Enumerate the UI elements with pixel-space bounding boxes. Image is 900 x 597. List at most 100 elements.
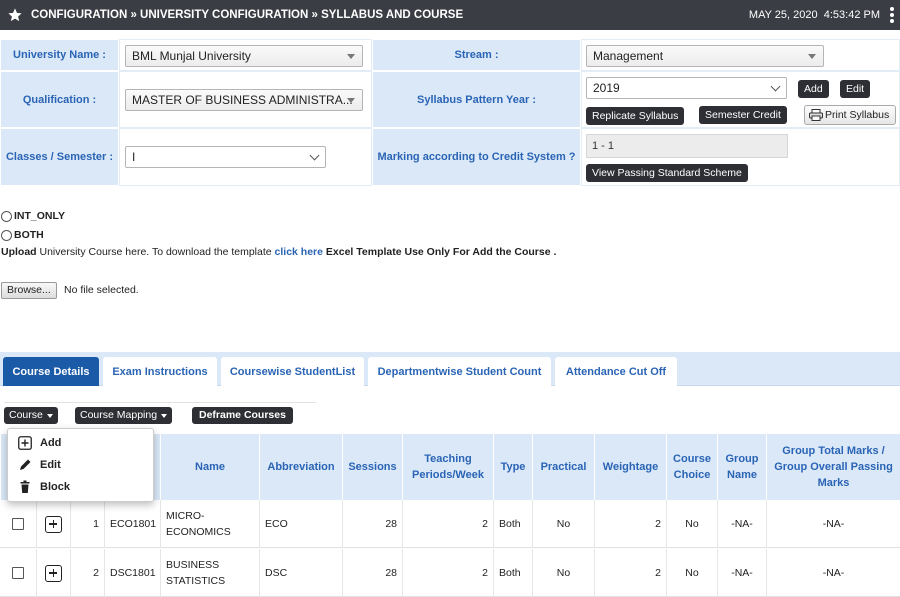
radio-int-only-label: INT_ONLY: [14, 210, 65, 222]
breadcrumb: CONFIGURATION » UNIVERSITY CONFIGURATION…: [31, 9, 464, 21]
header-group-total: Group Total Marks / Group Overall Passin…: [766, 434, 900, 500]
pencil-icon: [20, 459, 31, 470]
syllabus-year-select[interactable]: 2019: [586, 77, 787, 99]
trash-icon: [20, 480, 30, 493]
date-time: MAY 25, 2020 4:53:42 PM: [749, 9, 880, 21]
menu-item-block-label: Block: [40, 481, 70, 493]
row-course-choice: No: [666, 500, 717, 548]
row-name: MICRO-ECONOMICS: [160, 500, 259, 548]
row-code: ECO1801: [104, 500, 160, 548]
table-row: 1 ECO1801 MICRO-ECONOMICS ECO 28 2 Both …: [0, 500, 900, 548]
menu-item-block[interactable]: Block: [18, 478, 70, 496]
course-dropdown-button[interactable]: Course: [4, 407, 58, 424]
syllabus-year-value: 2019: [593, 81, 620, 95]
radio-circle[interactable]: [1, 210, 12, 222]
header-course-choice: Course Choice: [666, 434, 717, 500]
browse-button[interactable]: Browse...: [1, 282, 57, 299]
row-number: 2: [70, 549, 104, 597]
menu-item-add-label: Add: [40, 437, 62, 449]
radio-both[interactable]: BOTH: [1, 229, 44, 241]
view-passing-standard-button[interactable]: View Passing Standard Scheme: [586, 164, 748, 182]
row-expand-cell: [36, 549, 70, 597]
menu-item-edit-label: Edit: [40, 459, 61, 471]
caret-down-icon: [46, 413, 53, 418]
menu-item-add[interactable]: Add: [18, 434, 61, 452]
row-weightage: 2: [594, 500, 666, 548]
marking-label: Marking according to Credit System ?: [372, 128, 581, 186]
header-type: Type: [493, 434, 532, 500]
caret-down-icon: [347, 98, 355, 103]
caret-down-icon: [347, 54, 355, 59]
row-type: Both: [493, 549, 532, 597]
print-syllabus-button[interactable]: Print Syllabus: [804, 105, 897, 125]
row-practical: No: [532, 500, 594, 548]
tab-course-details[interactable]: Course Details: [3, 357, 99, 386]
row-checkbox-cell: [0, 549, 36, 597]
row-sessions: 28: [342, 500, 402, 548]
classes-value: I: [132, 150, 136, 164]
header-sessions: Sessions: [342, 434, 402, 500]
menu-item-edit[interactable]: Edit: [18, 456, 61, 474]
edit-year-button[interactable]: Edit: [840, 80, 871, 98]
row-type: Both: [493, 500, 532, 548]
tab-departmentwise-student-count[interactable]: Departmentwise Student Count: [368, 357, 551, 386]
tab-exam-instructions[interactable]: Exam Instructions: [103, 357, 217, 386]
qualification-select[interactable]: MASTER OF BUSINESS ADMINISTRA...: [125, 89, 363, 111]
marking-cell: 1 - 1 View Passing Standard Scheme: [581, 128, 900, 186]
expand-plus-icon[interactable]: [45, 515, 62, 533]
row-teaching: 2: [402, 500, 493, 548]
semester-credit-button[interactable]: Semester Credit: [699, 106, 787, 124]
classes-select[interactable]: I: [125, 146, 326, 168]
classes-label: Classes / Semester :: [0, 128, 119, 186]
syllabus-year-cell: 2019 Add Edit Replicate Syllabus Semeste…: [581, 71, 900, 128]
stream-select[interactable]: Management: [586, 45, 824, 67]
radio-int-only[interactable]: INT_ONLY: [1, 210, 65, 222]
university-cell: BML Munjal University: [119, 39, 372, 71]
course-mapping-dropdown-button[interactable]: Course Mapping: [75, 407, 173, 424]
date-text: MAY 25, 2020: [748, 9, 818, 21]
add-square-icon: [18, 436, 32, 450]
row-abbreviation: DSC: [259, 549, 342, 597]
upload-bold-text: Upload: [1, 246, 37, 258]
university-value: BML Munjal University: [132, 49, 251, 63]
tab-attendance-cut-off[interactable]: Attendance Cut Off: [555, 357, 677, 386]
toolbar-divider: [4, 402, 316, 403]
university-select[interactable]: BML Munjal University: [125, 45, 363, 67]
university-label: University Name :: [0, 39, 119, 71]
replicate-syllabus-button[interactable]: Replicate Syllabus: [586, 107, 685, 125]
row-course-choice: No: [666, 549, 717, 597]
click-here-link[interactable]: click here: [275, 246, 323, 258]
radio-circle[interactable]: [1, 229, 12, 241]
qualification-value: MASTER OF BUSINESS ADMINISTRA...: [132, 93, 353, 107]
chevron-down-icon: [770, 81, 781, 92]
add-year-button[interactable]: Add: [798, 80, 829, 98]
caret-down-icon: [161, 413, 168, 418]
tab-coursewise-studentlist[interactable]: Coursewise StudentList: [221, 357, 364, 386]
syllabus-year-label: Syllabus Pattern Year :: [372, 71, 581, 128]
row-group-name: -NA-: [717, 500, 766, 548]
print-syllabus-label: Print Syllabus: [825, 109, 890, 121]
configuration-form: University Name : BML Munjal University …: [0, 39, 900, 186]
template-note: Excel Template Use Only For Add the Cour…: [322, 246, 557, 258]
star-icon[interactable]: [7, 7, 23, 23]
row-code: DSC1801: [104, 549, 160, 597]
header-practical: Practical: [532, 434, 594, 500]
row-group-name: -NA-: [717, 549, 766, 597]
caret-down-icon: [808, 54, 816, 59]
header-teaching: Teaching Periods/Week: [402, 434, 493, 500]
classes-cell: I: [119, 128, 372, 186]
expand-plus-icon[interactable]: [45, 564, 62, 582]
row-checkbox[interactable]: [12, 567, 24, 579]
kebab-menu-icon[interactable]: [890, 7, 894, 23]
deframe-courses-button[interactable]: Deframe Courses: [192, 407, 293, 424]
row-checkbox[interactable]: [12, 518, 24, 530]
tab-bar: Course Details Exam Instructions Coursew…: [0, 352, 900, 386]
radio-both-label: BOTH: [14, 229, 44, 241]
row-checkbox-cell: [0, 500, 36, 548]
stream-cell: Management: [581, 39, 900, 71]
course-dropdown-menu: Add Edit Block: [7, 428, 154, 502]
qualification-label: Qualification :: [0, 71, 119, 128]
table-row: 2 DSC1801 BUSINESS STATISTICS DSC 28 2 B…: [0, 549, 900, 597]
top-bar: CONFIGURATION » UNIVERSITY CONFIGURATION…: [0, 0, 900, 30]
row-group-total: -NA-: [766, 549, 900, 597]
